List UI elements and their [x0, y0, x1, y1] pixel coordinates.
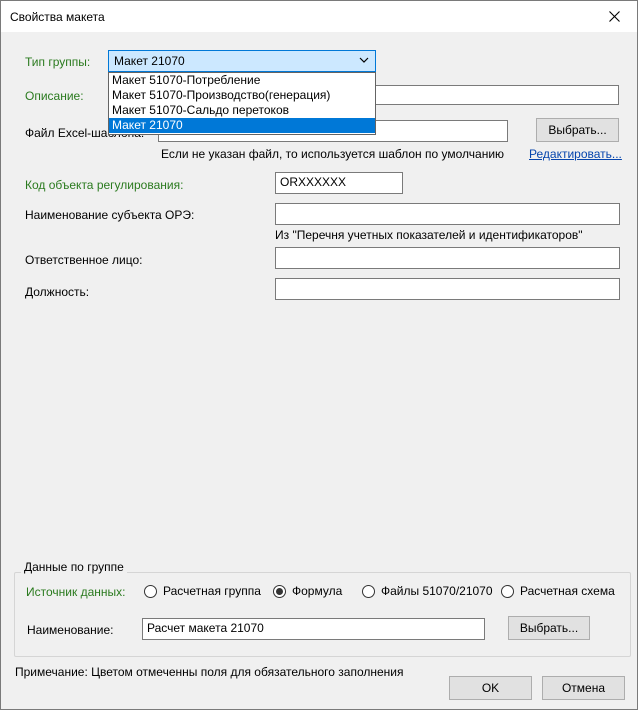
position-label: Должность: [25, 285, 90, 299]
reg-code-label: Код объекта регулирования: [25, 178, 184, 192]
radio-indicator [144, 584, 157, 598]
group-name-label: Наименование: [27, 623, 114, 637]
choose-template-button[interactable]: Выбрать... [536, 118, 619, 142]
radio-indicator-selected [273, 584, 286, 598]
group-type-label: Тип группы: [25, 55, 91, 69]
choose-group-button[interactable]: Выбрать... [508, 616, 590, 640]
window-title: Свойства макета [10, 10, 105, 24]
close-button[interactable] [591, 1, 637, 32]
group-type-dropdown: Макет 51070-Потребление Макет 51070-Прои… [108, 72, 376, 135]
dropdown-option-selected[interactable]: Макет 21070 [109, 118, 375, 133]
description-label: Описание: [25, 89, 84, 103]
radio-indicator [501, 584, 514, 598]
data-source-label: Источник данных: [26, 585, 126, 599]
dropdown-option[interactable]: Макет 51070-Потребление [109, 73, 375, 88]
subject-name-hint: Из "Перечня учетных показателей и иденти… [275, 228, 583, 242]
reg-code-field[interactable]: ORXXXXXX [275, 172, 403, 194]
group-data-title: Данные по группе [21, 560, 127, 574]
radio-calc-scheme[interactable]: Расчетная схема [501, 584, 615, 598]
group-name-field[interactable]: Расчет макета 21070 [142, 618, 485, 640]
subject-name-field[interactable] [275, 203, 620, 225]
subject-name-label: Наименование субъекта ОРЭ: [25, 208, 195, 222]
radio-files[interactable]: Файлы 51070/21070 [362, 584, 493, 598]
dropdown-option[interactable]: Макет 51070-Сальдо перетоков [109, 103, 375, 118]
radio-label: Расчетная схема [520, 584, 615, 598]
required-note: Примечание: Цветом отмеченны поля для об… [15, 665, 404, 679]
responsible-field[interactable] [275, 247, 620, 269]
radio-label: Расчетная группа [163, 584, 261, 598]
radio-formula[interactable]: Формула [273, 584, 342, 598]
cancel-button[interactable]: Отмена [542, 676, 625, 700]
radio-label: Формула [292, 584, 343, 598]
radio-calc-group[interactable]: Расчетная группа [144, 584, 261, 598]
position-field[interactable] [275, 278, 620, 300]
ok-button[interactable]: OK [449, 676, 532, 700]
responsible-label: Ответственное лицо: [25, 253, 143, 267]
edit-template-link[interactable]: Редактировать... [529, 147, 622, 161]
title-bar: Свойства макета [1, 1, 637, 32]
radio-label: Файлы 51070/21070 [381, 584, 493, 598]
group-type-value: Макет 21070 [114, 54, 185, 68]
dropdown-option[interactable]: Макет 51070-Производство(генерация) [109, 88, 375, 103]
group-type-select[interactable]: Макет 21070 [108, 50, 376, 72]
properties-dialog: Свойства макета Тип группы: Макет 21070 … [0, 0, 638, 710]
radio-indicator [362, 584, 375, 598]
chevron-down-icon [359, 57, 369, 63]
excel-template-hint: Если не указан файл, то используется шаб… [161, 147, 505, 161]
close-icon [608, 11, 620, 22]
